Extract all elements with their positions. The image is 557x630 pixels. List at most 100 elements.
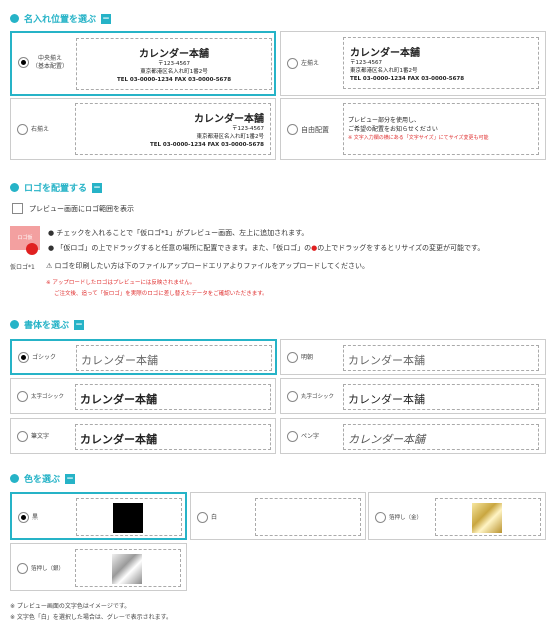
font-sample-text: カレンダー本舗: [348, 393, 425, 406]
section-bullet-icon: [10, 474, 19, 483]
logo-warning: ⚠ ロゴを印刷したい方は下のファイルアップロードエリアよりファイルをアップロード…: [46, 262, 369, 270]
collapse-toggle-button[interactable]: −: [101, 13, 112, 24]
font-option-bold-gothic[interactable]: 太字ゴシック カレンダー本舗: [10, 378, 276, 414]
logo-bullet-2: ● 「仮ロゴ」の上でドラッグすると任意の場所に配置できます。また、「仮ロゴ」の●…: [48, 244, 485, 252]
section-header-color: 色を選ぶ −: [10, 472, 76, 485]
radio-button[interactable]: [287, 391, 298, 402]
radio-button[interactable]: [17, 391, 28, 402]
show-logo-area-checkbox[interactable]: [12, 203, 23, 214]
preview-area: カレンダー本舗: [75, 384, 271, 410]
color-swatch: [292, 503, 322, 533]
address-tel: TEL 03-0000-1234 FAX 03-0000-5678: [350, 76, 465, 82]
collapse-toggle-button[interactable]: −: [65, 473, 76, 484]
address-zip: 〒123-4567: [158, 61, 190, 67]
preview-area: [255, 498, 361, 536]
show-logo-area-label: プレビュー画面にロゴ範囲を表示: [29, 205, 134, 213]
radio-button[interactable]: [287, 431, 298, 442]
preview-area: [435, 498, 541, 536]
font-option-gothic[interactable]: ゴシック カレンダー本舗: [10, 339, 277, 375]
address-company-name: カレンダー本舗: [194, 114, 264, 125]
preview-area: プレビュー部分を使用し、 ご希望の配置をお知らせください ※ 文字入力欄の横にあ…: [343, 103, 539, 155]
temp-logo-caption: 仮ロゴ*1: [10, 264, 35, 271]
color-option-silver-foil[interactable]: 箔押し（銀）: [10, 543, 187, 591]
color-option-white[interactable]: 白: [190, 492, 366, 540]
collapse-toggle-button[interactable]: −: [92, 182, 103, 193]
collapse-toggle-button[interactable]: −: [74, 319, 85, 330]
font-sample-text: カレンダー本舗: [348, 354, 425, 367]
font-sample-text: カレンダー本舗: [348, 433, 425, 446]
preview-area: カレンダー本舗: [75, 424, 271, 450]
preview-area: カレンダー本舗 〒123-4567 東京都港区名入れ町1番2号 TEL 03-0…: [75, 103, 271, 155]
address-tel: TEL 03-0000-1234 FAX 03-0000-5678: [116, 77, 232, 83]
resize-handle-icon: [26, 243, 38, 255]
address-tel: TEL 03-0000-1234 FAX 03-0000-5678: [149, 142, 264, 148]
position-option-left[interactable]: 左揃え カレンダー本舗 〒123-4567 東京都港区名入れ町1番2号 TEL …: [280, 31, 546, 96]
radio-button[interactable]: [287, 124, 298, 135]
footer-note-1: ※ プレビュー画面の文字色はイメージです。: [10, 603, 131, 610]
preview-area: カレンダー本舗 〒123-4567 東京都港区名入れ町1番2号 TEL 03-0…: [76, 38, 272, 90]
address-line: 東京都港区名入れ町1番2号: [196, 134, 265, 140]
section-header-logo: ロゴを配置する −: [10, 181, 103, 194]
section-title: 色を選ぶ: [24, 475, 61, 485]
font-sample-text: カレンダー本舗: [80, 433, 157, 446]
preview-area: カレンダー本舗: [343, 384, 539, 410]
radio-button[interactable]: [17, 124, 28, 135]
radio-button[interactable]: [287, 58, 298, 69]
option-label: 筆文字: [31, 433, 50, 440]
option-label: 自由配置: [301, 126, 329, 134]
font-sample-text: カレンダー本舗: [80, 393, 157, 406]
color-option-gold-foil[interactable]: 箔押し（金）: [368, 492, 546, 540]
section-title: 名入れ位置を選ぶ: [24, 15, 97, 25]
option-label: 箔押し（金）: [389, 515, 423, 521]
radio-button[interactable]: [375, 512, 386, 523]
position-option-free[interactable]: 自由配置 プレビュー部分を使用し、 ご希望の配置をお知らせください ※ 文字入力…: [280, 98, 546, 160]
radio-button[interactable]: [17, 431, 28, 442]
address-line: 東京都港区名入れ町1番2号: [350, 68, 418, 74]
position-option-right[interactable]: 右揃え カレンダー本舗 〒123-4567 東京都港区名入れ町1番2号 TEL …: [10, 98, 276, 160]
preview-area: [76, 498, 182, 536]
option-label: 太字ゴシック: [31, 394, 65, 400]
font-option-brush[interactable]: 筆文字 カレンダー本舗: [10, 418, 276, 454]
section-title: ロゴを配置する: [24, 184, 88, 194]
color-option-black[interactable]: 黒: [10, 492, 187, 540]
option-label: 丸字ゴシック: [301, 394, 335, 400]
address-company-name: カレンダー本舗: [139, 49, 209, 60]
preview-area: カレンダー本舗: [76, 345, 272, 371]
footer-note-2: ※ 文字色「白」を選択した場合は、グレーで表示されます。: [10, 614, 172, 621]
free-preview-text: プレビュー部分を使用し、: [348, 117, 421, 124]
preview-area: カレンダー本舗: [343, 424, 539, 450]
address-line: 東京都港区名入れ町1番2号: [140, 69, 208, 75]
preview-area: [75, 549, 181, 587]
position-option-center[interactable]: 中央揃え （基本配置） カレンダー本舗 〒123-4567 東京都港区名入れ町1番…: [10, 31, 276, 96]
preview-area: カレンダー本舗: [343, 345, 539, 371]
option-label: 明朝: [301, 354, 314, 361]
radio-button[interactable]: [17, 563, 28, 574]
color-swatch: [472, 503, 502, 533]
font-option-round-gothic[interactable]: 丸字ゴシック カレンダー本舗: [280, 378, 546, 414]
radio-button[interactable]: [197, 512, 208, 523]
logo-note-1: ※ アップロードしたロゴはプレビューには反映されません。: [46, 280, 196, 286]
preview-area: カレンダー本舗 〒123-4567 東京都港区名入れ町1番2号 TEL 03-0…: [343, 37, 539, 89]
radio-button[interactable]: [287, 352, 298, 363]
font-option-pen[interactable]: ペン字 カレンダー本舗: [280, 418, 546, 454]
section-bullet-icon: [10, 14, 19, 23]
font-sample-text: カレンダー本舗: [81, 354, 158, 367]
address-zip: 〒123-4567: [232, 126, 264, 132]
option-label: ペン字: [301, 433, 320, 440]
option-label: ゴシック: [32, 354, 57, 361]
option-label: 白: [211, 514, 218, 521]
font-option-mincho[interactable]: 明朝 カレンダー本舗: [280, 339, 546, 375]
color-swatch: [112, 554, 142, 584]
radio-button[interactable]: [18, 512, 29, 523]
option-label: 中央揃え （基本配置）: [32, 55, 69, 70]
option-label: 黒: [32, 514, 39, 521]
option-label: 左揃え: [301, 60, 320, 67]
address-zip: 〒123-4567: [350, 60, 382, 66]
section-header-name-position: 名入れ位置を選ぶ −: [10, 12, 112, 25]
radio-button[interactable]: [18, 57, 29, 68]
color-swatch: [113, 503, 143, 533]
free-preview-note: ※ 文字入力欄の横にある「文字サイズ」にてサイズ変更も可能: [348, 135, 489, 141]
radio-button[interactable]: [18, 352, 29, 363]
logo-bullet-1: ● チェックを入れることで「仮ロゴ*1」がプレビュー画面、左上に追加されます。: [48, 229, 309, 237]
option-label: 右揃え: [31, 126, 50, 133]
